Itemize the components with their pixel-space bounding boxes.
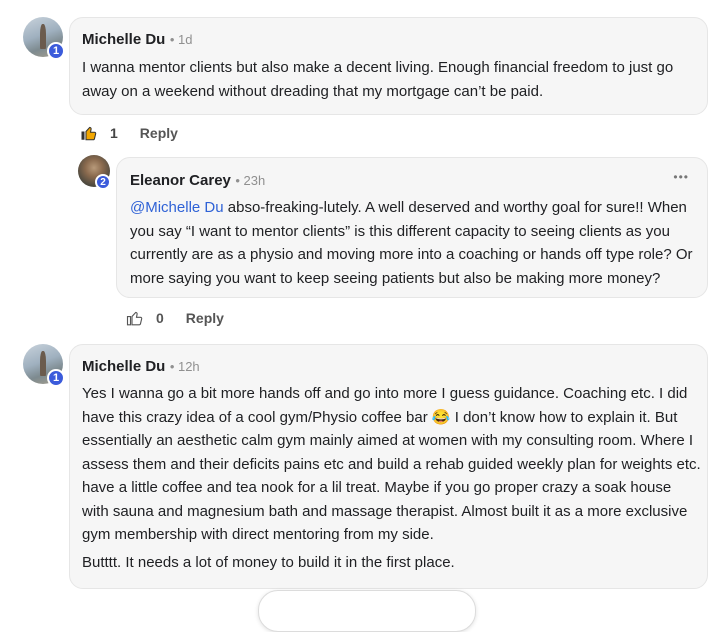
comment-header: Eleanor Carey • 23h [130, 172, 265, 190]
like-button[interactable]: 1 [80, 124, 118, 142]
comment-bubble: Michelle Du • 1d I wanna mentor clients … [69, 17, 708, 115]
thumbs-up-filled-icon [81, 126, 97, 141]
avatar-figure [39, 24, 47, 49]
reply-button[interactable]: Reply [140, 125, 178, 141]
comment-text-paragraph: Butttt. It needs a lot of money to build… [82, 554, 455, 571]
comment-text: @Michelle Du abso-freaking-lutely. A wel… [130, 196, 698, 290]
author-name[interactable]: Michelle Du [82, 358, 165, 375]
avatar-figure [39, 351, 47, 376]
comment-text: Yes I wanna go a bit more hands off and … [82, 385, 701, 543]
author-name[interactable]: Eleanor Carey [130, 172, 231, 189]
comment-header: Michelle Du • 1d [82, 31, 192, 49]
like-count: 0 [156, 310, 164, 326]
level-badge: 1 [47, 42, 65, 60]
like-button[interactable]: 0 [126, 309, 164, 327]
author-name[interactable]: Michelle Du [82, 31, 165, 48]
user-mention[interactable]: @Michelle Du [130, 199, 224, 216]
thumbs-up-icon [126, 311, 143, 326]
level-badge: 1 [47, 369, 65, 387]
comment-header: Michelle Du • 12h [82, 358, 200, 376]
more-options-icon[interactable]: ••• [673, 170, 689, 184]
comment-actions: 1 Reply [80, 124, 178, 142]
floating-toolbar[interactable] [258, 590, 476, 632]
like-count: 1 [110, 125, 118, 141]
reply-button[interactable]: Reply [186, 310, 224, 326]
comment-time: • 1d [169, 32, 193, 47]
comment-bubble: Eleanor Carey • 23h ••• @Michelle Du abs… [116, 157, 708, 298]
comment-actions: 0 Reply [126, 309, 224, 327]
comment-bubble: Michelle Du • 12h Yes I wanna go a bit m… [69, 344, 708, 589]
comment-text: I wanna mentor clients but also make a d… [82, 59, 674, 100]
level-badge: 2 [95, 174, 111, 190]
comment-time: • 23h [235, 173, 266, 188]
comment-time: • 12h [169, 359, 200, 374]
